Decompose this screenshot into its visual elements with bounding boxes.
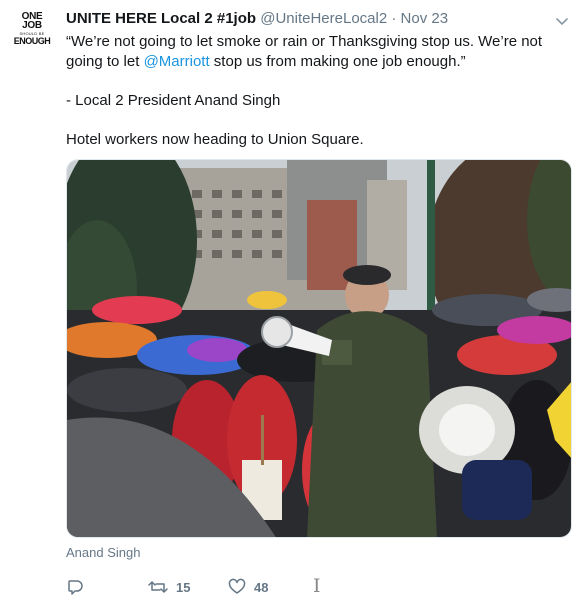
tweet-closing-line: Hotel workers now heading to Union Squar… [66, 130, 364, 148]
tweet-date[interactable]: Nov 23 [401, 10, 449, 27]
mention-link[interactable]: @Marriott [144, 53, 210, 70]
avatar-text-job: JOB [22, 20, 42, 31]
tweet-text: “We’re not going to let smoke or rain or… [66, 32, 572, 149]
tweet-header: UNITE HERE Local 2 #1job @UniteHereLocal… [66, 10, 448, 27]
tweet-quote: “We’re not going to let smoke or rain or… [66, 32, 572, 71]
retweet-button[interactable]: 15 [148, 578, 190, 596]
heart-icon [228, 578, 246, 596]
user-handle[interactable]: @UniteHereLocal2 [260, 10, 387, 27]
avatar-text-enough: ENOUGH [13, 36, 51, 46]
text-cursor-icon: I [313, 575, 321, 597]
rally-photo-illustration [67, 160, 571, 537]
like-button[interactable]: 48 [228, 578, 268, 596]
retweet-icon [148, 578, 168, 596]
tweet-photo[interactable] [66, 159, 572, 538]
avatar[interactable]: ONE JOB SHOULD BE ENOUGH [13, 12, 51, 50]
tweet-attribution: - Local 2 President Anand Singh [66, 91, 281, 109]
quote-text-end: stop us from making one job enough.” [209, 52, 466, 70]
separator-dot: · [391, 10, 397, 27]
reply-button[interactable] [66, 578, 92, 596]
reply-icon [66, 578, 84, 596]
like-count: 48 [254, 579, 269, 595]
media-tag-caption[interactable]: Anand Singh [66, 545, 140, 560]
chevron-down-icon[interactable] [556, 14, 568, 26]
retweet-count: 15 [176, 579, 191, 595]
display-name[interactable]: UNITE HERE Local 2 #1job [66, 10, 256, 27]
